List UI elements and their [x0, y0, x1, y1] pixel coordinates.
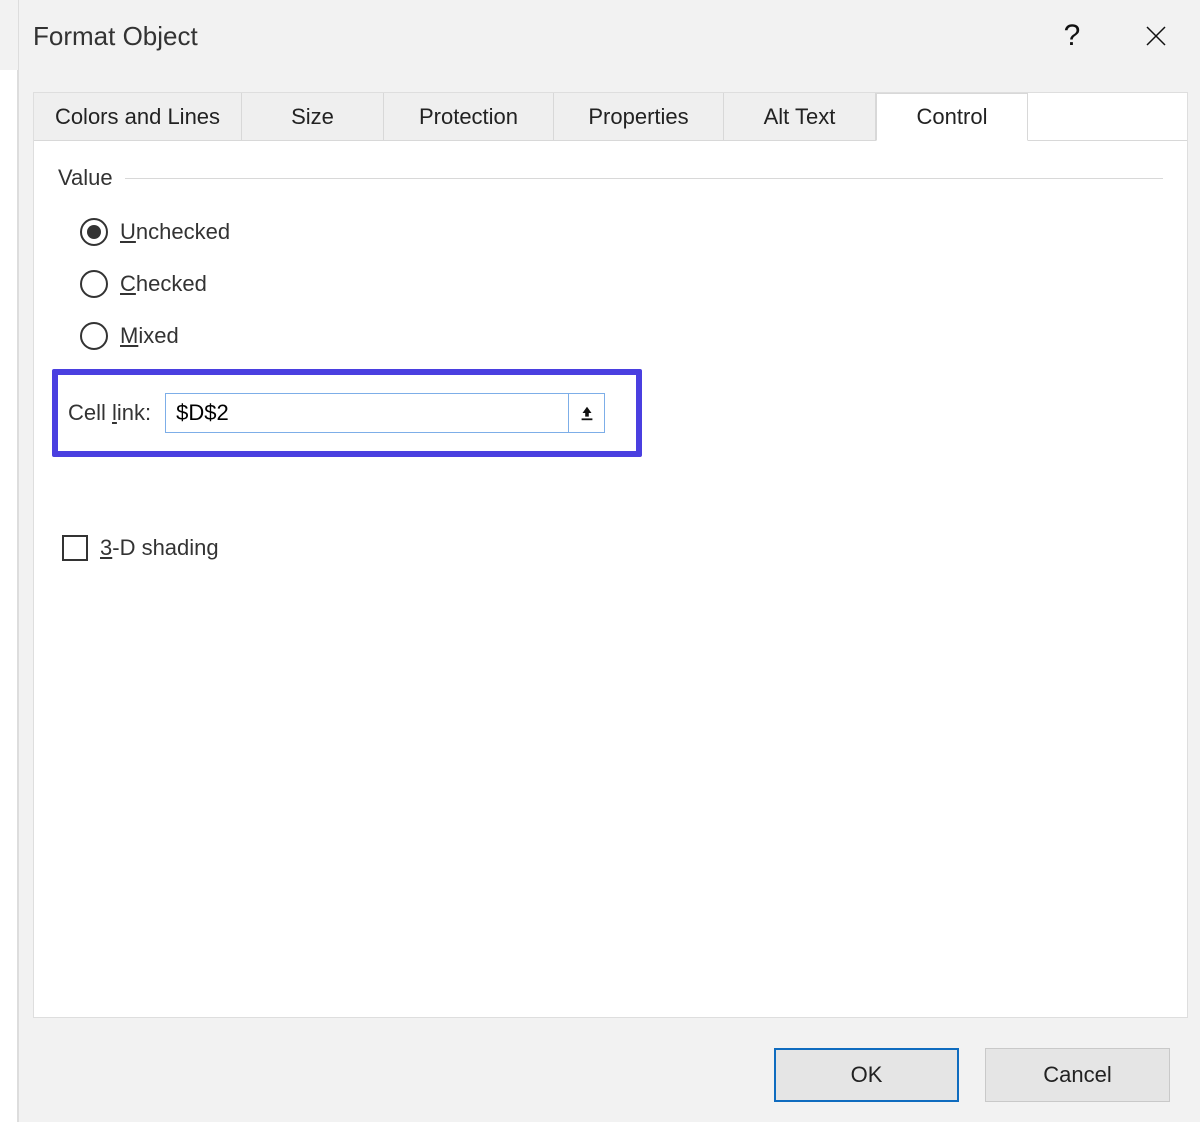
- radio-checked[interactable]: Checked: [80, 265, 1163, 303]
- tab-alt-text[interactable]: Alt Text: [724, 93, 876, 141]
- cancel-button[interactable]: Cancel: [985, 1048, 1170, 1102]
- collapse-dialog-icon: [578, 404, 596, 422]
- dialog-title: Format Object: [33, 21, 198, 52]
- radio-label: Mixed: [120, 323, 179, 349]
- cell-link-label: Cell link:: [68, 400, 151, 426]
- legend-divider: [125, 178, 1163, 179]
- format-object-dialog: Format Object ? Colors and Lines Size Pr…: [18, 0, 1200, 1122]
- range-picker-button[interactable]: [568, 394, 604, 432]
- shading-label: 3-D shading: [100, 535, 219, 561]
- tab-colors-and-lines[interactable]: Colors and Lines: [34, 93, 242, 141]
- tab-label: Size: [291, 104, 334, 130]
- close-button[interactable]: [1126, 6, 1186, 66]
- tab-size[interactable]: Size: [242, 93, 384, 141]
- tab-protection[interactable]: Protection: [384, 93, 554, 141]
- radio-icon: [80, 322, 108, 350]
- tabstrip: Colors and Lines Size Protection Propert…: [34, 93, 1187, 141]
- tab-properties[interactable]: Properties: [554, 93, 724, 141]
- cell-link-highlight: Cell link:: [52, 369, 642, 457]
- radio-label: Unchecked: [120, 219, 230, 245]
- tab-label: Properties: [588, 104, 688, 130]
- tab-label: Alt Text: [764, 104, 836, 130]
- tabstrip-filler: [1028, 93, 1187, 141]
- help-button[interactable]: ?: [1042, 6, 1102, 66]
- cell-link-row: Cell link:: [68, 393, 626, 433]
- tab-label: Protection: [419, 104, 518, 130]
- checkbox-icon: [62, 535, 88, 561]
- tab-control[interactable]: Control: [876, 93, 1028, 141]
- value-legend-label: Value: [58, 165, 113, 191]
- tab-content-control: Value Unchecked Checked Mixed Cell link:: [34, 141, 1187, 1017]
- value-group-legend: Value: [58, 165, 1163, 191]
- radio-icon: [80, 270, 108, 298]
- dialog-body: Colors and Lines Size Protection Propert…: [33, 92, 1188, 1018]
- radio-label: Checked: [120, 271, 207, 297]
- ok-button[interactable]: OK: [774, 1048, 959, 1102]
- radio-unchecked[interactable]: Unchecked: [80, 213, 1163, 251]
- shading-checkbox-row[interactable]: 3-D shading: [62, 529, 1163, 567]
- tab-label: Control: [917, 104, 988, 130]
- background-sheet-sliver: [0, 70, 18, 1122]
- dialog-titlebar: Format Object ?: [19, 0, 1200, 72]
- dialog-footer: OK Cancel: [774, 1048, 1170, 1102]
- cell-link-refbox: [165, 393, 605, 433]
- radio-icon: [80, 218, 108, 246]
- cell-link-input[interactable]: [166, 394, 568, 432]
- button-label: Cancel: [1043, 1062, 1111, 1088]
- tab-label: Colors and Lines: [55, 104, 220, 130]
- radio-mixed[interactable]: Mixed: [80, 317, 1163, 355]
- button-label: OK: [851, 1062, 883, 1088]
- close-icon: [1144, 24, 1168, 48]
- help-icon: ?: [1064, 19, 1081, 53]
